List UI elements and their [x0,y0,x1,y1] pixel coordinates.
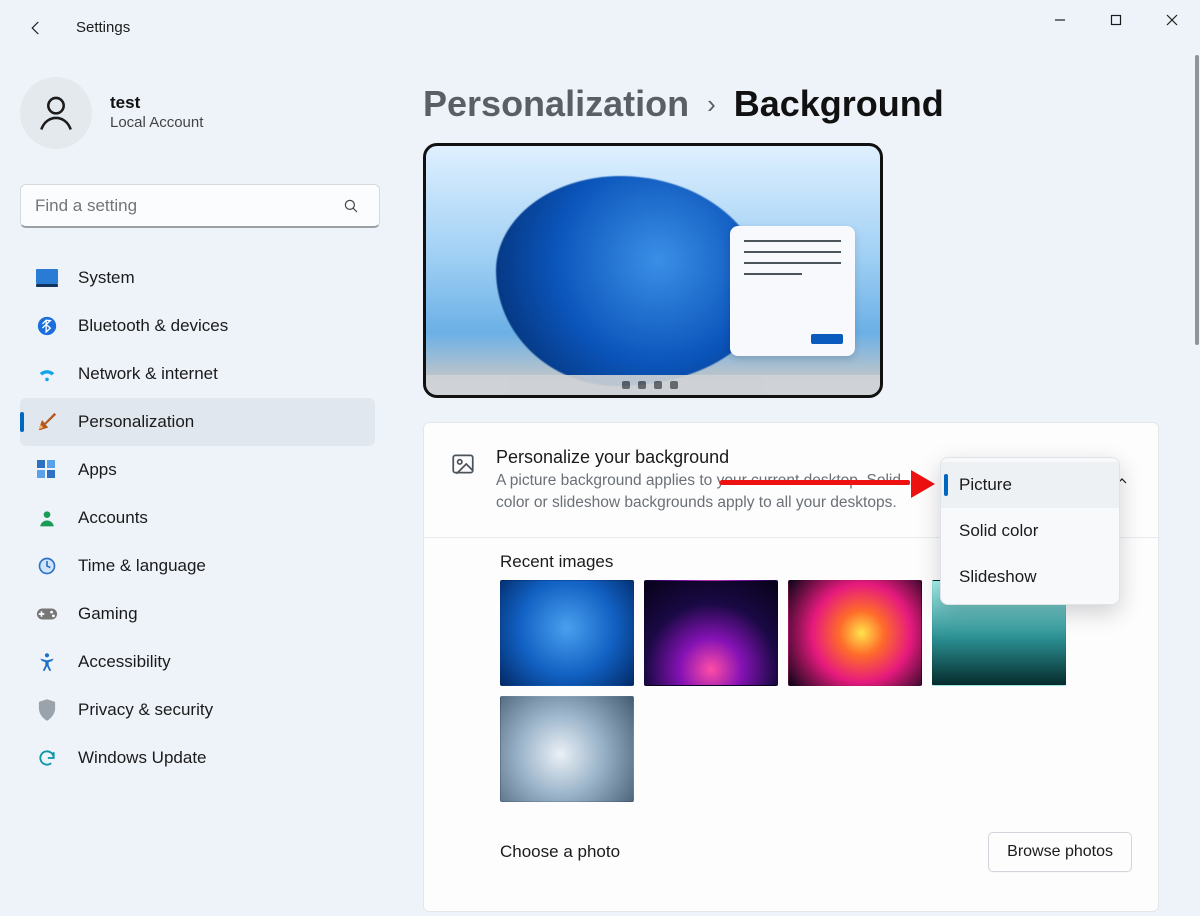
search-input[interactable] [20,184,380,228]
user-icon [34,91,78,135]
nav-label: Apps [78,460,117,480]
account-subtitle: Local Account [110,113,203,133]
network-icon [36,363,58,385]
wallpaper-bloom-icon [496,176,766,386]
apps-icon [36,459,58,481]
chevron-right-icon: › [707,89,716,120]
breadcrumb-current: Background [734,83,944,125]
nav-label: Network & internet [78,364,218,384]
nav-label: Privacy & security [78,700,213,720]
nav-item-system[interactable]: System [20,254,375,302]
dropdown-option-picture[interactable]: Picture [941,462,1119,508]
nav-item-windows-update[interactable]: Windows Update [20,734,375,782]
choose-photo-row: Choose a photo Browse photos [424,802,1158,872]
sidebar: test Local Account System Bluetooth & de… [0,55,395,916]
nav-label: Gaming [78,604,138,624]
maximize-button[interactable] [1088,0,1144,40]
accessibility-icon [36,651,58,673]
account-block[interactable]: test Local Account [20,77,375,149]
nav-label: Time & language [78,556,206,576]
gaming-icon [36,603,58,625]
nav-item-gaming[interactable]: Gaming [20,590,375,638]
scrollbar-thumb[interactable] [1195,55,1199,345]
window-controls [1032,0,1200,40]
system-icon [36,267,58,289]
nav-item-accessibility[interactable]: Accessibility [20,638,375,686]
picture-icon [450,451,476,477]
recent-image-thumb[interactable] [788,580,922,686]
back-arrow-icon [27,19,45,37]
nav-item-accounts[interactable]: Accounts [20,494,375,542]
recent-image-thumb[interactable] [644,580,778,686]
scrollbar[interactable] [1194,55,1200,555]
browse-photos-button[interactable]: Browse photos [988,832,1132,872]
choose-photo-label: Choose a photo [500,842,620,862]
minimize-button[interactable] [1032,0,1088,40]
avatar [20,77,92,149]
preview-window [730,226,855,356]
app-title: Settings [76,19,130,36]
dropdown-option-slideshow[interactable]: Slideshow [941,554,1119,600]
minimize-icon [1054,14,1066,26]
back-button[interactable] [22,14,50,42]
nav-item-bluetooth[interactable]: Bluetooth & devices [20,302,375,350]
account-name: test [110,93,203,113]
close-icon [1166,14,1178,26]
nav-item-personalization[interactable]: Personalization [20,398,375,446]
nav-label: Personalization [78,412,194,432]
breadcrumb-parent[interactable]: Personalization [423,83,689,125]
nav-label: Windows Update [78,748,207,768]
recent-images-thumbs [500,580,1132,802]
recent-image-thumb[interactable] [500,580,634,686]
time-lang-icon [36,555,58,577]
personalization-icon [36,411,58,433]
update-icon [36,747,58,769]
titlebar: Settings [0,0,1200,55]
nav-item-network[interactable]: Network & internet [20,350,375,398]
nav-item-privacy[interactable]: Privacy & security [20,686,375,734]
background-type-dropdown[interactable]: Picture Solid color Slideshow [940,457,1120,605]
nav-item-time-language[interactable]: Time & language [20,542,375,590]
recent-image-thumb[interactable] [500,696,634,802]
desktop-preview [423,143,883,398]
search-icon [342,197,360,220]
privacy-icon [36,699,58,721]
nav-label: Accessibility [78,652,171,672]
bluetooth-icon [36,315,58,337]
nav-label: Bluetooth & devices [78,316,228,336]
nav-label: Accounts [78,508,148,528]
nav-item-apps[interactable]: Apps [20,446,375,494]
accounts-icon [36,507,58,529]
annotation-arrow-icon [720,472,935,498]
preview-taskbar [426,375,880,395]
dropdown-option-solid-color[interactable]: Solid color [941,508,1119,554]
close-button[interactable] [1144,0,1200,40]
breadcrumb: Personalization › Background [423,83,1165,125]
nav-list: System Bluetooth & devices Network & int… [20,254,375,782]
maximize-icon [1110,14,1122,26]
nav-label: System [78,268,135,288]
